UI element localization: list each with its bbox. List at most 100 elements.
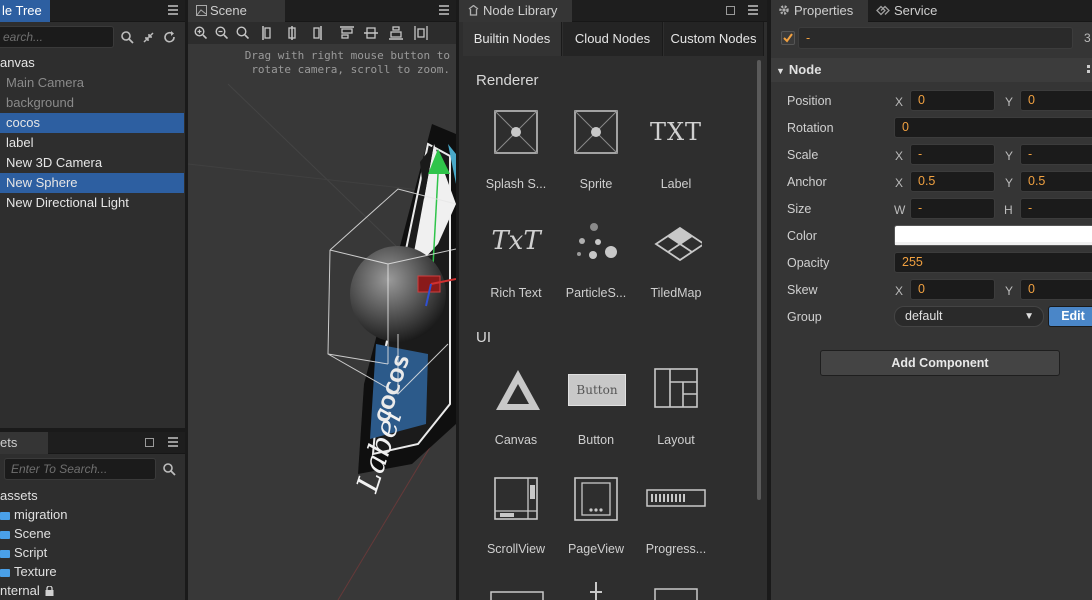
- asset-folder-script[interactable]: Script: [0, 543, 47, 562]
- node-item-label[interactable]: TXT Label: [636, 110, 716, 191]
- group-edit-button[interactable]: Edit: [1048, 306, 1092, 327]
- tree-item-canvas[interactable]: anvas: [0, 53, 184, 73]
- node-active-checkbox[interactable]: [781, 31, 795, 45]
- scrollview-icon: [494, 477, 538, 520]
- search-icon[interactable]: [163, 463, 176, 476]
- tab-node-library[interactable]: Node Library: [459, 0, 572, 22]
- assets-panel: ets Enter To Search... assets migration …: [0, 432, 185, 600]
- align-top-icon[interactable]: [340, 26, 354, 40]
- scene-viewport[interactable]: Drag with right mouse button to rotate c…: [188, 44, 456, 600]
- size-width-input[interactable]: -: [910, 198, 995, 219]
- panel-menu-icon[interactable]: [748, 5, 758, 15]
- asset-folder-texture[interactable]: Texture: [0, 562, 57, 581]
- node-item-rich-text[interactable]: TxT Rich Text: [476, 222, 556, 302]
- tree-item-label[interactable]: label: [0, 133, 184, 153]
- scale-x-input[interactable]: -: [910, 144, 995, 165]
- anchor-y-input[interactable]: 0.5: [1020, 171, 1092, 192]
- tab-service[interactable]: Service: [870, 0, 970, 22]
- tab-builtin-nodes[interactable]: Builtin Nodes: [463, 22, 562, 56]
- float-window-icon[interactable]: [726, 6, 735, 15]
- section-renderer-title: Renderer: [476, 72, 539, 89]
- align-center-h-icon[interactable]: [285, 26, 299, 40]
- add-component-button[interactable]: Add Component: [820, 350, 1060, 376]
- align-right-icon[interactable]: [308, 26, 322, 40]
- asset-search-input[interactable]: Enter To Search...: [4, 458, 156, 480]
- tree-item-new-directional-light[interactable]: New Directional Light: [0, 193, 184, 213]
- tab-assets[interactable]: ets: [0, 432, 48, 454]
- library-icon: [468, 4, 479, 16]
- zoom-out-icon[interactable]: [215, 26, 228, 39]
- panel-menu-icon[interactable]: [439, 5, 449, 15]
- tree-item-new-3d-camera[interactable]: New 3D Camera: [0, 153, 184, 173]
- position-y-input[interactable]: 0: [1020, 90, 1092, 111]
- group-select[interactable]: default ▼: [894, 306, 1044, 327]
- component-menu-icon[interactable]: [1087, 65, 1092, 75]
- align-middle-icon[interactable]: [364, 26, 378, 40]
- node-item-progressbar[interactable]: Progress...: [636, 477, 716, 557]
- skew-y-input[interactable]: 0: [1020, 279, 1092, 300]
- refresh-icon[interactable]: [163, 31, 176, 44]
- node-item-pageview[interactable]: PageView: [556, 477, 636, 557]
- node-item-scrollview[interactable]: ScrollView: [476, 477, 556, 557]
- distribute-icon[interactable]: [414, 26, 428, 40]
- node-item-label: Splash S...: [485, 177, 547, 191]
- panel-menu-icon[interactable]: [168, 5, 178, 15]
- tab-node-tree[interactable]: le Tree: [0, 0, 50, 22]
- tree-item-main-camera[interactable]: Main Camera: [0, 73, 184, 93]
- asset-root[interactable]: assets: [0, 486, 38, 505]
- library-scrollbar[interactable]: [757, 60, 761, 500]
- align-bottom-icon[interactable]: [389, 26, 403, 40]
- tree-item-background[interactable]: background: [0, 93, 184, 113]
- asset-internal[interactable]: nternal: [0, 581, 54, 600]
- search-icon[interactable]: [121, 31, 134, 44]
- node-item-canvas[interactable]: Canvas: [476, 368, 556, 448]
- node-header-label: Node: [788, 62, 822, 77]
- tab-scene[interactable]: Scene: [188, 0, 285, 22]
- position-x-input[interactable]: 0: [910, 90, 995, 111]
- zoom-in-icon[interactable]: [194, 26, 207, 39]
- divider[interactable]: [0, 428, 185, 432]
- scale-y-input[interactable]: -: [1020, 144, 1092, 165]
- size-height-input[interactable]: -: [1020, 198, 1092, 219]
- rotation-input[interactable]: 0: [894, 117, 1092, 138]
- node-item-sprite[interactable]: Sprite: [556, 110, 636, 191]
- tab-cloud-nodes[interactable]: Cloud Nodes: [563, 22, 663, 56]
- float-window-icon[interactable]: [145, 438, 154, 447]
- node-name-suffix: 3: [1084, 31, 1091, 45]
- node-component-header[interactable]: ▼ Node: [771, 58, 1092, 82]
- node-item-label: Rich Text: [490, 286, 542, 300]
- tab-properties[interactable]: Properties: [771, 0, 868, 22]
- tab-custom-nodes[interactable]: Custom Nodes: [664, 22, 764, 56]
- size-label: Size: [787, 202, 812, 216]
- node-search-input[interactable]: earch...: [0, 26, 114, 48]
- section-ui-title: UI: [476, 329, 491, 346]
- skew-x-input[interactable]: 0: [910, 279, 995, 300]
- color-swatch[interactable]: [894, 225, 1092, 246]
- node-item-particle-system[interactable]: ParticleS...: [556, 222, 636, 302]
- asset-folder-migration[interactable]: migration: [0, 505, 67, 524]
- collapse-icon[interactable]: [142, 31, 155, 44]
- axis-label: Y: [1005, 176, 1014, 190]
- collapse-triangle-icon: ▼: [776, 66, 785, 76]
- asset-folder-scene[interactable]: Scene: [0, 524, 51, 543]
- opacity-label: Opacity: [787, 256, 830, 270]
- chevron-down-icon: ▼: [1024, 311, 1034, 322]
- asset-label: migration: [14, 507, 68, 522]
- node-item-button[interactable]: Button Button: [556, 368, 636, 448]
- axis-label: X: [895, 149, 904, 163]
- opacity-input[interactable]: 255: [894, 252, 1092, 273]
- folder-icon: [0, 568, 10, 577]
- align-left-icon[interactable]: [262, 26, 276, 40]
- check-icon: [783, 33, 793, 43]
- tree-item-cocos[interactable]: cocos: [0, 113, 184, 133]
- gear-icon: [779, 5, 789, 15]
- node-item-tiledmap[interactable]: TiledMap: [636, 222, 716, 302]
- tree-item-new-sphere[interactable]: New Sphere: [0, 173, 184, 193]
- node-item-splash-sprite[interactable]: Splash S...: [476, 110, 556, 191]
- node-item-label: Progress...: [645, 542, 707, 556]
- zoom-reset-icon[interactable]: [236, 26, 249, 39]
- anchor-x-input[interactable]: 0.5: [910, 171, 995, 192]
- node-name-input[interactable]: -: [798, 27, 1073, 49]
- panel-menu-icon[interactable]: [168, 437, 178, 447]
- node-item-layout[interactable]: Layout: [636, 368, 716, 448]
